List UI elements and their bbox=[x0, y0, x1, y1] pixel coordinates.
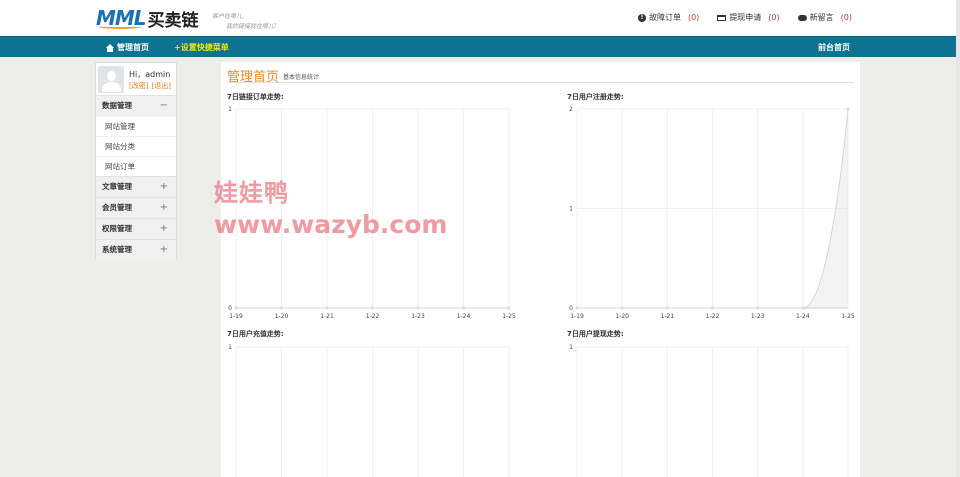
data-point bbox=[234, 306, 238, 310]
x-tick-label: 1-22 bbox=[366, 313, 380, 320]
chart-withdraw: 1 bbox=[569, 344, 849, 477]
nav-quick-menu[interactable]: +设置快捷菜单 bbox=[174, 42, 229, 53]
x-tick-label: 1-22 bbox=[706, 313, 720, 320]
nav-front-home[interactable]: 前台首页 bbox=[818, 42, 850, 53]
new-messages-count: (0) bbox=[840, 13, 852, 22]
page-subtitle: 基本信息统计 bbox=[283, 74, 320, 81]
main-panel: 管理首页 基本信息统计 7日链接订单走势: 7日用户注册走势: 7日用户充值走势… bbox=[221, 62, 860, 477]
chart-recharge: 1 bbox=[228, 344, 510, 477]
menu-group-articles[interactable]: 文章管理 + bbox=[96, 176, 176, 197]
avatar bbox=[98, 66, 124, 93]
top-links: ! 故障订单 (0) 提现申请 (0) 新留言 (0) bbox=[637, 12, 852, 23]
x-tick-label: 1-21 bbox=[661, 313, 675, 320]
collapse-icon: − bbox=[159, 100, 168, 111]
data-point bbox=[370, 306, 375, 310]
x-tick-label: 1-19 bbox=[229, 313, 243, 320]
menu-group-permissions[interactable]: 权限管理 + bbox=[96, 218, 176, 239]
x-tick-label: 1-21 bbox=[320, 313, 334, 320]
user-links: [改密] [退出] bbox=[129, 81, 174, 91]
menu-group-members[interactable]: 会员管理 + bbox=[96, 197, 176, 218]
user-box: Hi，admin [改密] [退出] bbox=[96, 63, 176, 95]
expand-icon: + bbox=[159, 202, 168, 213]
menu-item-sites[interactable]: 网站管理 bbox=[96, 116, 176, 136]
expand-icon: + bbox=[159, 181, 168, 192]
menu-item-site-categories[interactable]: 网站分类 bbox=[96, 136, 176, 156]
x-tick-label: 1-20 bbox=[615, 313, 629, 320]
top-header: MML 买卖链 客户在哪儿, 我的链接就在哪儿! ! 故障订单 (0) 提现申请… bbox=[0, 0, 960, 36]
logout-link[interactable]: [退出] bbox=[151, 82, 170, 90]
withdraw-requests-link[interactable]: 提现申请 (0) bbox=[717, 12, 780, 23]
menu-item-site-orders[interactable]: 网站订单 bbox=[96, 156, 176, 176]
slogan: 客户在哪儿, 我的链接就在哪儿! bbox=[212, 12, 276, 32]
menu-group-data[interactable]: 数据管理 − bbox=[96, 95, 176, 116]
x-tick-label: 1-24 bbox=[796, 313, 810, 320]
data-point bbox=[801, 306, 805, 310]
user-greeting: Hi，admin bbox=[129, 70, 171, 79]
chart-title-registrations: 7日用户注册走势: bbox=[567, 93, 624, 101]
title-divider bbox=[227, 82, 854, 83]
menu-group-data-label: 数据管理 bbox=[102, 101, 132, 110]
menu-group-articles-label: 文章管理 bbox=[102, 182, 132, 191]
chart-orders: 0 1 1-19 1-20 1-21 1-22 1-23 1-24 1-25 bbox=[228, 106, 516, 320]
data-point bbox=[507, 306, 511, 310]
page-scrollbar[interactable] bbox=[956, 0, 960, 477]
data-point bbox=[575, 306, 579, 310]
sidebar: Hi，admin [改密] [退出] 数据管理 − 网站管理 网站分类 网站订单 … bbox=[95, 62, 177, 260]
data-point bbox=[665, 306, 669, 310]
x-tick-label: 1-24 bbox=[457, 313, 471, 320]
data-point bbox=[279, 306, 284, 310]
chart-title-orders: 7日链接订单走势: bbox=[227, 93, 284, 101]
fault-orders-link[interactable]: ! 故障订单 (0) bbox=[637, 12, 700, 23]
data-point bbox=[461, 306, 466, 310]
y-tick-label: 1 bbox=[569, 206, 573, 213]
x-tick-label: 1-20 bbox=[275, 313, 289, 320]
y-tick-label: 0 bbox=[228, 305, 232, 312]
x-tick-label: 1-25 bbox=[502, 313, 516, 320]
x-tick-label: 1-19 bbox=[570, 313, 584, 320]
chart-registrations: 0 1 2 1-19 1-20 1-21 1-22 1-23 1-24 1-25 bbox=[569, 106, 855, 320]
slogan-line-2: 我的链接就在哪儿! bbox=[226, 23, 277, 30]
y-tick-label: 1 bbox=[569, 344, 573, 351]
home-icon bbox=[106, 43, 114, 52]
y-tick-label: 0 bbox=[569, 305, 573, 312]
expand-icon: + bbox=[159, 223, 168, 234]
logo-swoosh bbox=[98, 24, 142, 29]
data-point bbox=[325, 306, 329, 310]
expand-icon: + bbox=[159, 244, 168, 255]
new-messages-label: 新留言 bbox=[809, 13, 834, 22]
y-tick-label: 1 bbox=[228, 344, 232, 351]
data-point bbox=[710, 306, 715, 310]
main-nav: 管理首页 +设置快捷菜单 前台首页 bbox=[0, 36, 960, 57]
fault-orders-count: (0) bbox=[687, 13, 700, 22]
slogan-line-1: 客户在哪儿, bbox=[212, 13, 244, 20]
y-tick-label: 2 bbox=[569, 106, 573, 113]
nav-admin-home-label: 管理首页 bbox=[117, 43, 149, 52]
fault-orders-label: 故障订单 bbox=[648, 13, 681, 22]
chart-title-recharge: 7日用户充值走势: bbox=[227, 330, 284, 338]
withdraw-requests-count: (0) bbox=[768, 13, 780, 22]
logo-text: 买卖链 bbox=[147, 10, 199, 31]
site-logo[interactable]: MML 买卖链 bbox=[96, 6, 199, 31]
x-tick-label: 1-23 bbox=[751, 313, 765, 320]
data-point bbox=[756, 306, 760, 310]
nav-admin-home[interactable]: 管理首页 bbox=[106, 42, 149, 53]
change-password-link[interactable]: [改密] bbox=[129, 82, 148, 90]
y-tick-label: 1 bbox=[228, 106, 232, 113]
menu-group-permissions-label: 权限管理 bbox=[102, 224, 132, 233]
withdraw-requests-label: 提现申请 bbox=[729, 13, 762, 22]
menu-group-members-label: 会员管理 bbox=[102, 203, 132, 212]
data-point bbox=[620, 306, 624, 310]
x-tick-label: 1-25 bbox=[841, 313, 855, 320]
data-point bbox=[416, 306, 420, 310]
warning-icon: ! bbox=[637, 13, 646, 22]
data-point bbox=[846, 107, 850, 111]
menu-group-system-label: 系统管理 bbox=[102, 245, 132, 254]
x-tick-label: 1-23 bbox=[411, 313, 425, 320]
chat-icon bbox=[797, 14, 807, 21]
chart-title-withdraw: 7日用户提现走势: bbox=[567, 330, 624, 338]
new-messages-link[interactable]: 新留言 (0) bbox=[797, 12, 852, 23]
card-icon bbox=[717, 14, 727, 21]
menu-group-system[interactable]: 系统管理 + bbox=[96, 239, 176, 260]
